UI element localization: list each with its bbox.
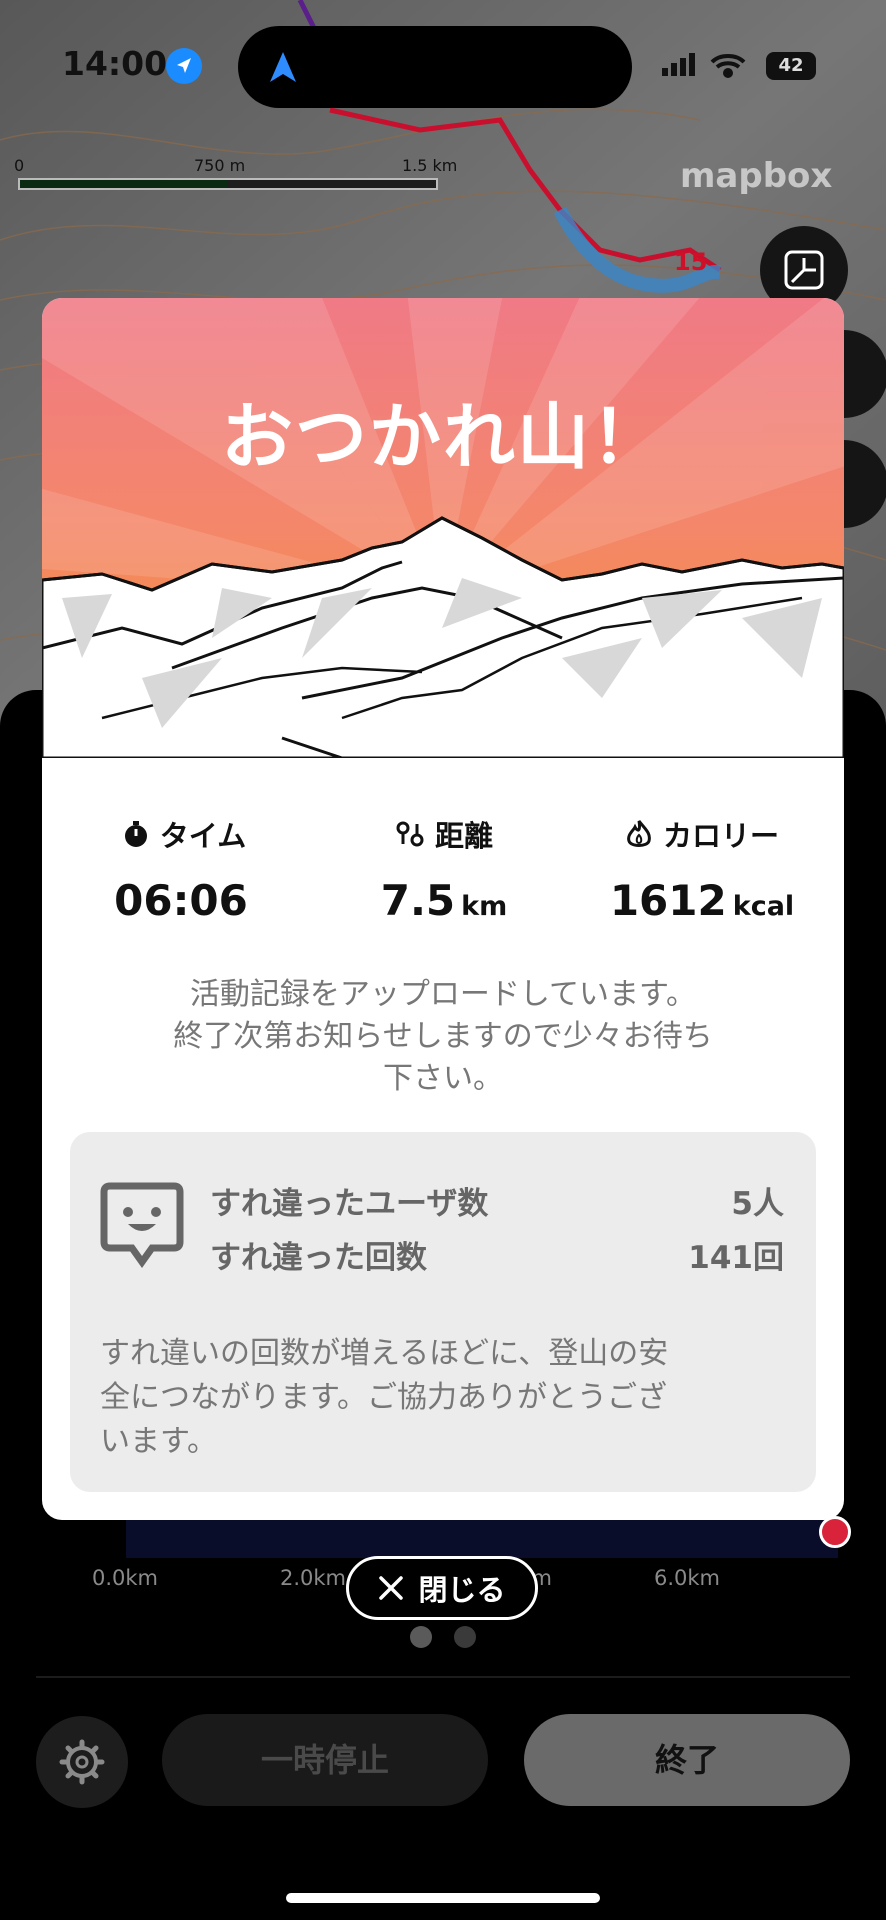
scale-bar <box>18 178 438 190</box>
stat-calories: カロリー 1612 kcal <box>572 814 832 925</box>
upload-message: 活動記録をアップロードしています。 終了次第お知らせしますので少々お待ち 下さい… <box>112 974 774 1100</box>
stat-label: タイム <box>159 819 247 853</box>
stat-value: 7.5 <box>380 876 456 925</box>
encounter-users-row: すれ違ったユーザ数 5人 <box>210 1178 784 1223</box>
location-arrow-icon <box>166 48 202 84</box>
status-time: 14:00 <box>62 44 168 83</box>
cellular-icon <box>662 53 695 76</box>
encounter-users-label: すれ違ったユーザ数 <box>210 1186 489 1222</box>
status-bar: 14:00 42 <box>0 0 886 110</box>
encounter-panel: すれ違ったユーザ数 5人 すれ違った回数 141回 すれ違いの回数が増えるほどに… <box>70 1132 816 1492</box>
stat-unit: kcal <box>732 891 795 922</box>
current-position-marker <box>819 1516 851 1548</box>
encounter-count-label: すれ違った回数 <box>210 1240 427 1276</box>
mapbox-attribution[interactable]: mapbox <box>680 156 832 196</box>
stat-label: 距離 <box>434 819 493 853</box>
divider <box>36 1676 850 1678</box>
stat-label: カロリー <box>662 819 779 853</box>
pause-button[interactable]: 一時停止 <box>162 1714 488 1806</box>
stat-value: 1612 <box>609 876 727 925</box>
stopwatch-icon <box>124 821 147 847</box>
encounter-count-row: すれ違った回数 141回 <box>210 1232 784 1277</box>
close-label: 閉じる <box>418 1573 506 1607</box>
encounter-note-line: すれ違いの回数が増えるほどに、登山の安 <box>100 1336 669 1371</box>
stats-row: タイム 06:06 距離 7.5 km カロリー 1612 kcal <box>42 814 844 934</box>
encounter-note-line: 全につながります。ご協力ありがとうござ <box>100 1380 667 1415</box>
encounter-users-value: 5人 <box>731 1186 784 1222</box>
scale-label: 750 m <box>194 156 246 175</box>
page-indicator-dot[interactable] <box>454 1626 476 1648</box>
hero-illustration: おつかれ山！ <box>42 298 844 760</box>
scale-label: 1.5 km <box>402 156 458 175</box>
encounter-count-value: 141回 <box>688 1240 784 1276</box>
scale-label: 0 <box>14 156 25 175</box>
gear-icon <box>59 1739 105 1785</box>
page-indicator-dot[interactable] <box>410 1626 432 1648</box>
route-icon <box>396 821 424 847</box>
home-indicator[interactable] <box>286 1893 600 1903</box>
stat-unit: km <box>461 891 508 922</box>
stat-value: 06:06 <box>114 876 248 925</box>
end-button[interactable]: 終了 <box>524 1714 850 1806</box>
flame-icon <box>627 820 651 847</box>
encounter-note-line: います。 <box>100 1424 217 1459</box>
encounter-note: すれ違いの回数が増えるほどに、登山の安 全につながります。ご協力ありがとうござ … <box>100 1332 786 1464</box>
wifi-icon <box>710 54 746 78</box>
modal-title: おつかれ山！ <box>220 395 665 479</box>
battery-indicator: 42 <box>766 52 816 80</box>
stat-distance: 距離 7.5 km <box>314 814 574 925</box>
completion-modal: おつかれ山！ タイム 06:06 距離 7.5 km カロリー 1612 kcal … <box>42 298 844 1520</box>
upload-message-line: 下さい。 <box>383 1061 503 1096</box>
route-marker: 15 <box>674 248 708 276</box>
mountain-illustration <box>42 298 844 760</box>
close-icon <box>379 1576 404 1600</box>
settings-button[interactable] <box>36 1716 128 1808</box>
chart-x-tick: 0.0km <box>92 1566 159 1590</box>
close-button[interactable]: 閉じる <box>346 1556 538 1620</box>
upload-message-line: 終了次第お知らせしますので少々お待ち <box>173 1019 713 1054</box>
upload-message-line: 活動記録をアップロードしています。 <box>189 977 697 1012</box>
stat-time: タイム 06:06 <box>54 814 314 925</box>
chart-x-tick: 6.0km <box>654 1566 721 1590</box>
encounter-face-icon <box>100 1180 184 1272</box>
chart-x-tick: 2.0km <box>280 1566 347 1590</box>
